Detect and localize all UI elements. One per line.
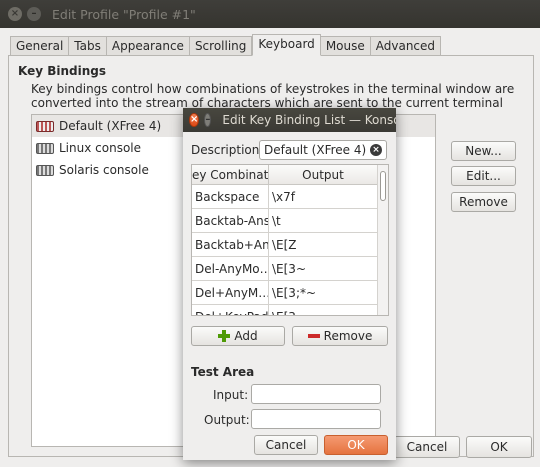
plus-icon: [218, 330, 231, 342]
dialog-cancel-button[interactable]: Cancel: [254, 435, 318, 455]
scheme-item-label: Linux console: [59, 141, 142, 155]
minimize-icon[interactable]: –: [27, 7, 41, 21]
edit-key-binding-dialog: × – Edit Key Binding List — Konsole Desc…: [183, 108, 396, 460]
tab-appearance[interactable]: Appearance: [106, 36, 190, 56]
edit-button[interactable]: Edit...: [451, 166, 516, 186]
clear-icon[interactable]: ×: [370, 144, 382, 156]
table-row[interactable]: Del-AnyMo… \E[3~: [192, 257, 378, 281]
test-output-field[interactable]: [251, 409, 381, 429]
remove-binding-button[interactable]: Remove: [292, 326, 388, 346]
table-row[interactable]: Backtab-Ansi \t: [192, 209, 378, 233]
ok-button[interactable]: OK: [466, 436, 532, 458]
close-icon[interactable]: ×: [189, 113, 200, 127]
add-button[interactable]: Add: [191, 326, 285, 346]
key-cell: Del-AnyMo…: [192, 257, 269, 281]
column-header-output[interactable]: Output: [269, 165, 378, 185]
key-bindings-heading: Key Bindings: [18, 64, 107, 78]
input-label: Input:: [213, 388, 249, 402]
remove-button-label: Remove: [323, 329, 373, 343]
key-cell: Backtab-Ansi: [192, 209, 269, 233]
minus-icon: [307, 334, 320, 338]
table-row[interactable]: Del+AnyM… \E[3;*~: [192, 281, 378, 305]
output-cell: \E[3~: [272, 262, 306, 276]
scheme-item-label: Solaris console: [59, 163, 149, 177]
scrollbar-thumb[interactable]: [380, 171, 386, 201]
dialog-title: Edit Key Binding List — Konsole: [222, 113, 396, 127]
scheme-item-label: Default (XFree 4): [59, 119, 162, 133]
test-area-heading: Test Area: [191, 365, 255, 379]
dialog-ok-button[interactable]: OK: [324, 435, 388, 455]
tab-mouse[interactable]: Mouse: [320, 36, 371, 56]
cancel-button[interactable]: Cancel: [394, 436, 460, 458]
key-cell: Backspace: [192, 185, 269, 209]
output-cell: \t: [272, 214, 281, 228]
table-row[interactable]: Backtab+Ansi \E[Z: [192, 233, 378, 257]
tab-keyboard[interactable]: Keyboard: [252, 34, 321, 56]
output-label: Output:: [204, 413, 250, 427]
table-scrollbar[interactable]: [377, 165, 388, 315]
key-cell: Del+AnyM…: [192, 281, 269, 305]
tab-bar: General Tabs Appearance Scrolling Keyboa…: [10, 34, 442, 56]
description-input[interactable]: Default (XFree 4): [259, 140, 387, 160]
keyboard-icon: [36, 164, 54, 176]
window-title: Edit Profile "Profile #1": [52, 6, 196, 22]
key-cell: Backtab+Ansi: [192, 233, 269, 257]
output-cell: \E[3: [269, 305, 378, 315]
keyboard-icon: [36, 142, 54, 154]
add-button-label: Add: [234, 329, 258, 343]
keyboard-icon: [36, 120, 54, 132]
remove-button[interactable]: Remove: [451, 192, 516, 212]
table-row[interactable]: Backspace \x7f: [192, 185, 378, 209]
tab-general[interactable]: General: [10, 36, 70, 56]
description-label: Description:: [191, 143, 264, 157]
main-titlebar[interactable]: × – Edit Profile "Profile #1": [0, 0, 540, 28]
tab-tabs[interactable]: Tabs: [69, 36, 107, 56]
test-input-field[interactable]: [251, 384, 381, 404]
output-cell: \E[Z: [272, 238, 297, 252]
output-cell: \E[3;*~: [272, 286, 317, 300]
tab-advanced[interactable]: Advanced: [370, 36, 442, 56]
table-row[interactable]: Del+KeyPad \E[3: [192, 305, 378, 315]
key-binding-table[interactable]: ey Combinatic Output Backspace \x7f Back…: [191, 164, 389, 316]
column-header-key-combination[interactable]: ey Combinatic: [192, 165, 269, 185]
output-cell: \x7f: [272, 190, 296, 204]
new-button[interactable]: New...: [451, 141, 516, 161]
tab-scrolling[interactable]: Scrolling: [189, 36, 253, 56]
dialog-body: Description: Default (XFree 4) × ey Comb…: [183, 132, 396, 460]
minimize-icon[interactable]: –: [204, 113, 212, 127]
close-icon[interactable]: ×: [8, 7, 22, 21]
dialog-titlebar[interactable]: × – Edit Key Binding List — Konsole: [183, 108, 396, 132]
key-cell: Del+KeyPad: [192, 305, 269, 315]
